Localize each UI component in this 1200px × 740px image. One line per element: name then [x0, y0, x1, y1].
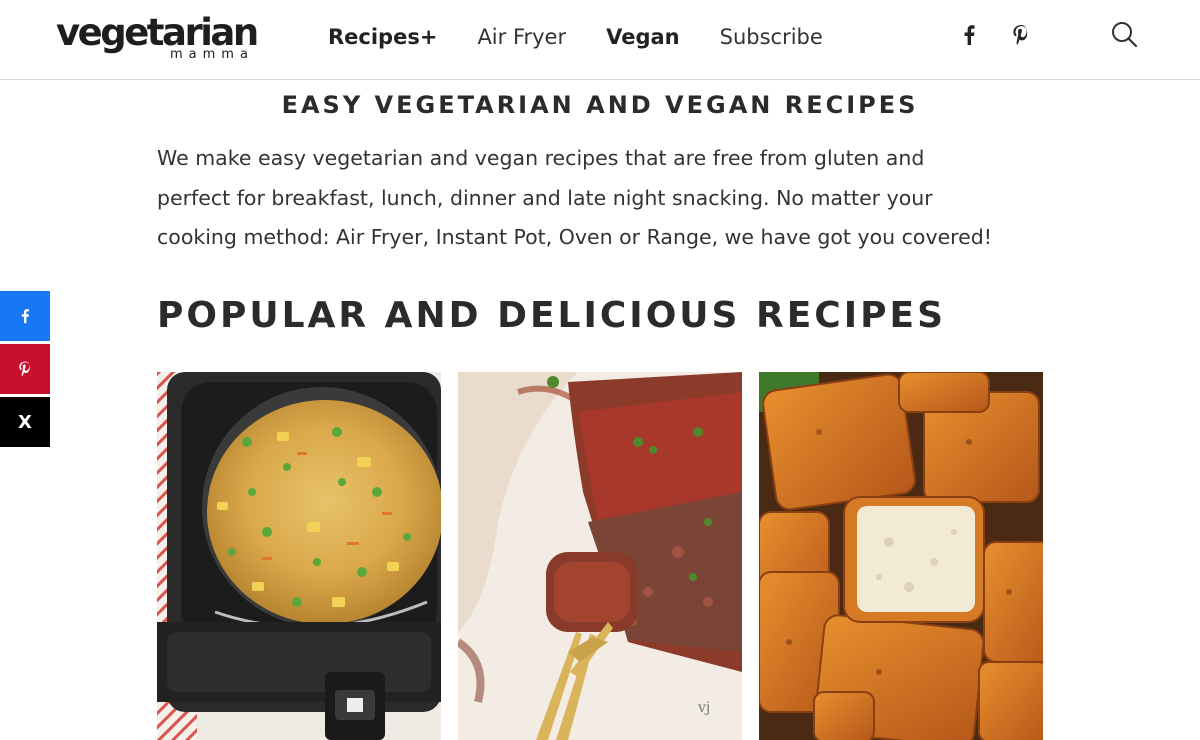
- main-nav: Recipes+ Air Fryer Vegan Subscribe: [328, 22, 823, 52]
- pinterest-icon: [1013, 25, 1028, 45]
- search-icon: [1112, 22, 1138, 48]
- site-header: vegetarian mamma Recipes+ Air Fryer Vega…: [0, 0, 1200, 80]
- share-bar: X: [0, 291, 50, 450]
- facebook-icon: [21, 309, 29, 324]
- search-button[interactable]: [1110, 20, 1140, 50]
- share-x-button[interactable]: X: [0, 397, 50, 447]
- share-facebook-button[interactable]: [0, 291, 50, 341]
- site-logo[interactable]: vegetarian mamma: [56, 10, 259, 62]
- x-icon: X: [18, 411, 32, 433]
- recipe-image-meatloaf: vj: [458, 372, 742, 740]
- nav-item-subscribe[interactable]: Subscribe: [720, 22, 823, 52]
- header-pinterest-link[interactable]: [1006, 22, 1036, 48]
- facebook-icon: [964, 25, 975, 45]
- recipe-cards: vj: [157, 372, 1043, 740]
- nav-item-recipes[interactable]: Recipes+: [328, 22, 437, 52]
- pinterest-icon: [19, 361, 30, 377]
- nav-item-air-fryer[interactable]: Air Fryer: [477, 22, 566, 52]
- recipe-image-fried-rice: [157, 372, 441, 740]
- intro-paragraph: We make easy vegetarian and vegan recipe…: [157, 139, 1047, 258]
- share-pinterest-button[interactable]: [0, 344, 50, 394]
- nav-item-vegan[interactable]: Vegan: [606, 22, 680, 52]
- recipe-card-crispy-tofu[interactable]: [759, 372, 1043, 740]
- recipe-card-meatloaf[interactable]: vj: [458, 372, 742, 740]
- svg-text:vj: vj: [697, 700, 710, 716]
- recipe-image-crispy-tofu: [759, 372, 1043, 740]
- intro-title: EASY VEGETARIAN AND VEGAN RECIPES: [281, 91, 919, 119]
- popular-recipes-title: POPULAR AND DELICIOUS RECIPES: [157, 295, 947, 336]
- intro-line: We make easy vegetarian and vegan recipe…: [157, 146, 925, 170]
- intro-line: perfect for breakfast, lunch, dinner and…: [157, 185, 933, 210]
- intro-line: cooking method: Air Fryer, Instant Pot, …: [157, 225, 993, 249]
- header-facebook-link[interactable]: [954, 22, 984, 48]
- recipe-card-fried-rice[interactable]: [157, 372, 441, 740]
- logo-subtitle: mamma: [170, 47, 254, 62]
